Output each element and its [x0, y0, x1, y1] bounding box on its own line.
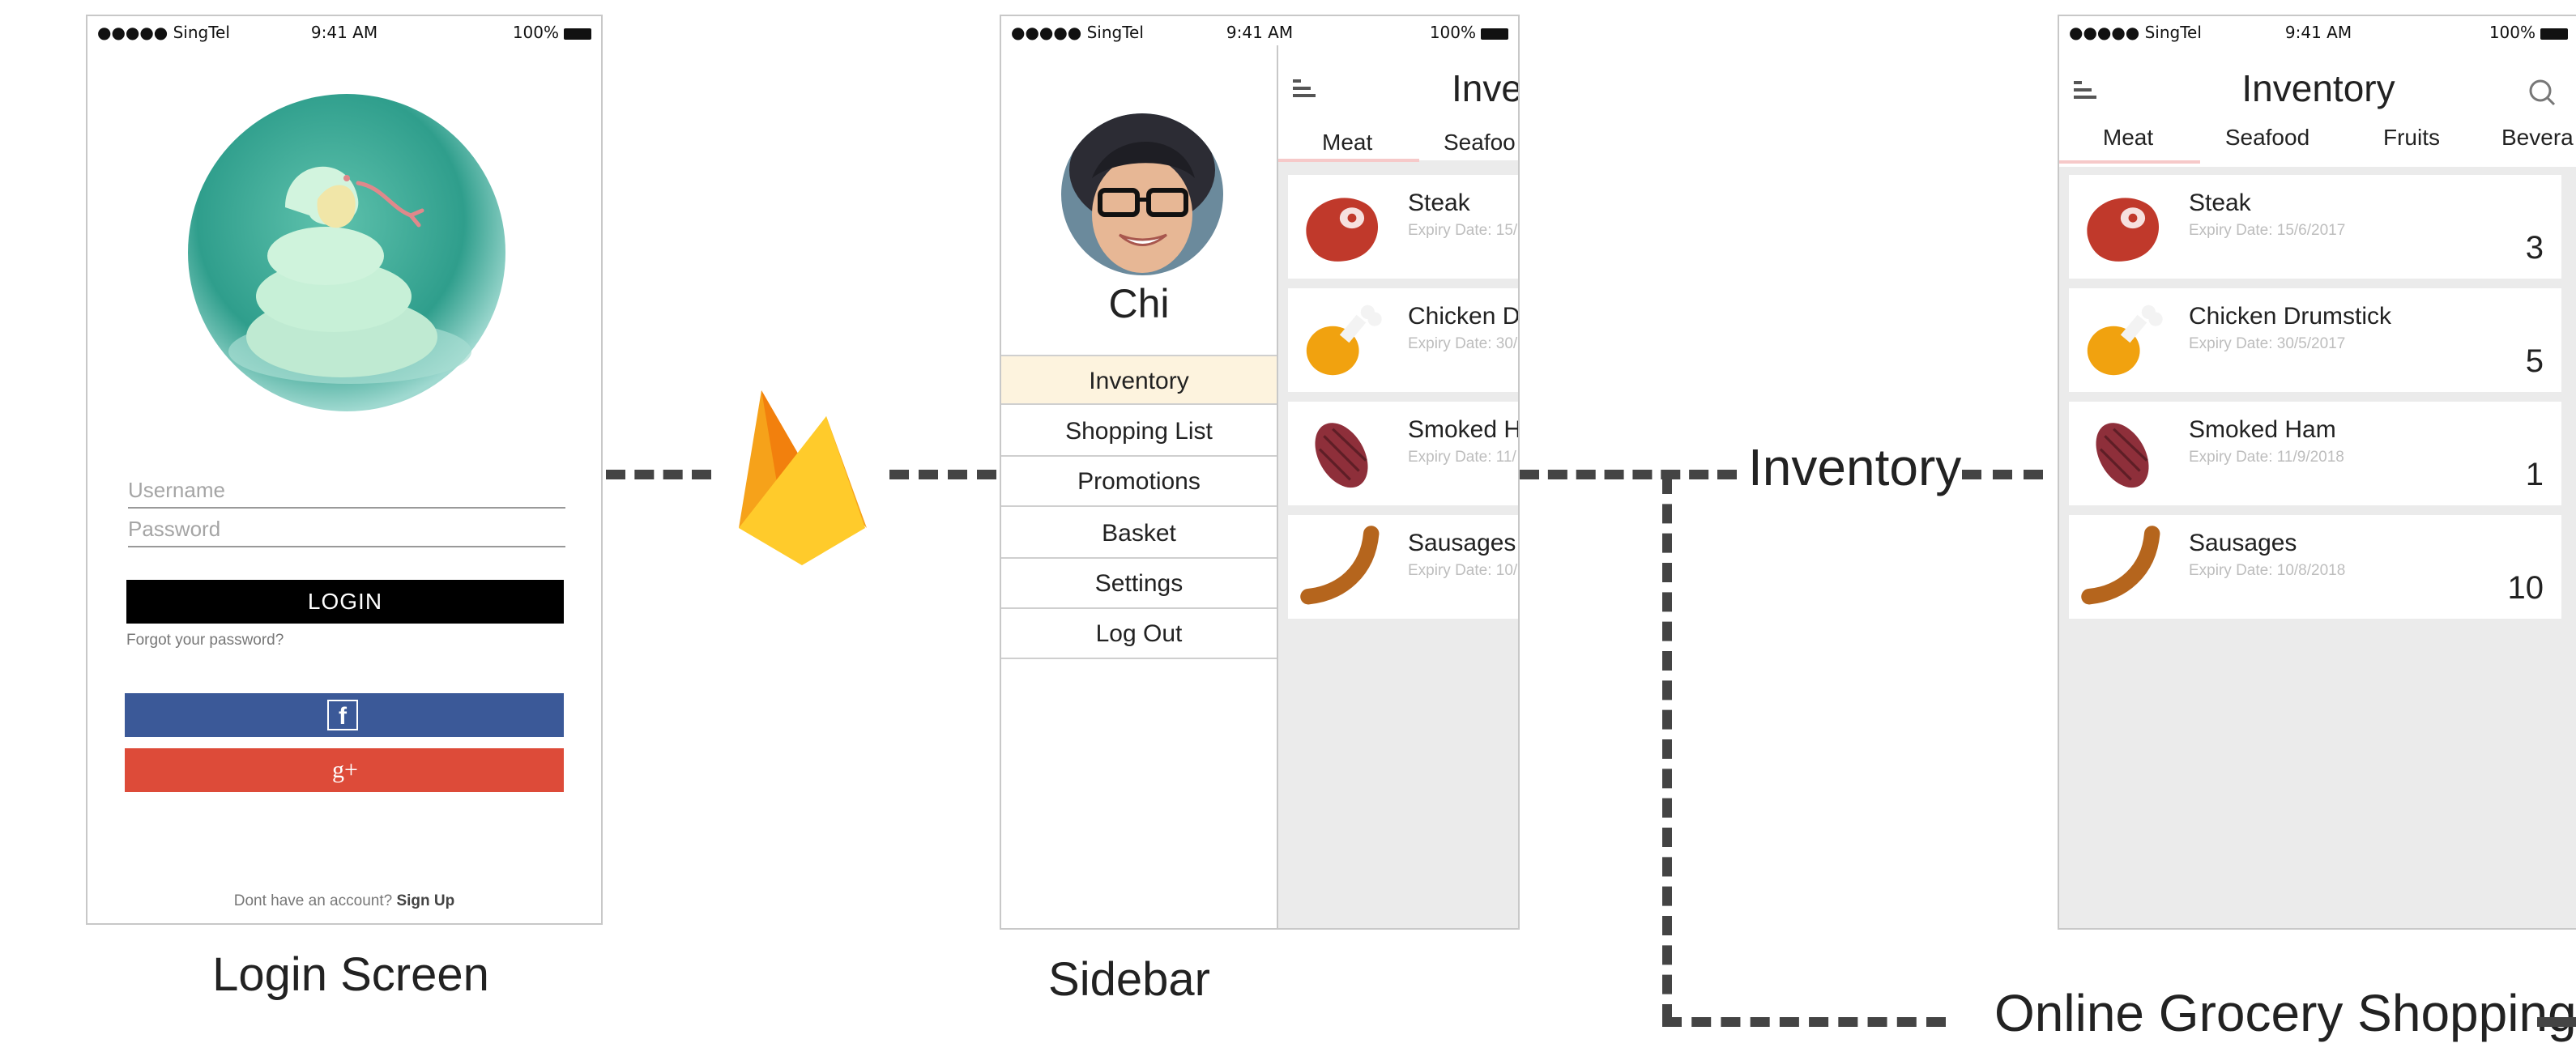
item-expiry: Expiry Date: 10/8/2018 [2189, 562, 2346, 579]
item-quantity: 3 [2525, 230, 2544, 266]
battery-icon [2540, 28, 2568, 40]
item-expiry: Expiry Date: 11/9/2018 [2189, 449, 2344, 466]
battery-icon [564, 28, 591, 40]
ham-icon [2096, 423, 2149, 488]
peek-tab-underline [1278, 159, 1419, 162]
status-bar: ●●●●● SingTel 9:41 AM 100% [2059, 16, 2576, 45]
item-expiry: Expiry Date: 11/ [1408, 449, 1516, 466]
item-expiry: Expiry Date: 30/5/2017 [2189, 335, 2346, 352]
username-input[interactable] [128, 475, 565, 505]
sidebar-item-promotions[interactable]: Promotions [1001, 457, 1277, 507]
sidebar-item-inventory[interactable]: Inventory [1001, 355, 1277, 405]
snake-logo-icon [188, 94, 505, 411]
sidebar-screen: ●●●●● SingTel 9:41 AM 100% Chi Inventory… [1000, 15, 1520, 930]
drumstick-icon [1306, 304, 1382, 376]
item-name: Sausages [1408, 530, 1516, 556]
connector-bottom [1662, 1017, 1946, 1027]
tab-underline [2059, 160, 2200, 164]
menu-icon[interactable] [1293, 79, 1316, 99]
facebook-icon: f [327, 700, 358, 730]
sidebar-item-log-out[interactable]: Log Out [1001, 609, 1277, 659]
item-quantity: 5 [2525, 343, 2544, 379]
password-field[interactable] [128, 513, 565, 547]
tab-meat[interactable]: Meat [2059, 125, 2197, 151]
login-screen: ●●●●● SingTel 9:41 AM 100% LOGIN Forgot … [86, 15, 603, 925]
connector-login-firebase [606, 470, 711, 479]
peek-tab-meat[interactable]: Meat [1322, 130, 1372, 155]
avatar [1061, 113, 1223, 275]
steak-icon [2087, 198, 2160, 262]
username-field[interactable] [128, 475, 565, 509]
connector-sidebar-inventory [1520, 470, 1737, 479]
item-name: Chicken Drumstick [2189, 303, 2392, 330]
sidebar-drawer: Chi Inventory Shopping List Promotions B… [1001, 45, 1278, 928]
page-title: Inventory [2241, 67, 2395, 109]
item-name: Steak [2189, 189, 2251, 216]
item-name: Sausages [2189, 530, 2297, 556]
battery-label: 100% [1430, 23, 1508, 42]
search-icon[interactable] [2527, 78, 2557, 107]
sidebar-caption: Sidebar [1048, 953, 1210, 1006]
forgot-password-link[interactable]: Forgot your password? [126, 632, 284, 649]
sidebar-item-shopping-list[interactable]: Shopping List [1001, 407, 1277, 457]
item-quantity: 1 [2525, 457, 2544, 492]
tab-beverages[interactable]: Bevera [2484, 125, 2576, 151]
drumstick-icon [2087, 304, 2163, 376]
inventory-screen: ●●●●● SingTel 9:41 AM 100% Inventory Mea… [2058, 15, 2576, 930]
steak-icon [1306, 198, 1379, 262]
tab-fruits[interactable]: Fruits [2343, 125, 2480, 151]
item-expiry: Expiry Date: 30/ [1408, 335, 1518, 352]
list-item[interactable]: Smoked Ha Expiry Date: 11/ [1288, 402, 1520, 505]
sausage-icon [2081, 526, 2160, 605]
category-tabs: Meat Seafood Fruits Bevera [2059, 115, 2576, 159]
list-item[interactable]: Sausages Expiry Date: 10/( [1288, 515, 1520, 619]
login-button-label: LOGIN [307, 589, 383, 614]
list-item[interactable]: Chicken Dru Expiry Date: 30/ [1288, 288, 1520, 392]
signup-prompt: Dont have an account? Sign Up [233, 892, 455, 909]
list-item[interactable]: Chicken Drumstick Expiry Date: 30/5/2017… [2069, 288, 2561, 392]
list-item[interactable]: Steak Expiry Date: 15/6/2017 3 [2069, 175, 2561, 279]
status-bar: ●●●●● SingTel 9:41 AM 100% [87, 16, 601, 45]
connector-vertical [1662, 475, 1672, 1024]
battery-label: 100% [2489, 23, 2568, 42]
user-name: Chi [1108, 281, 1170, 326]
connector-firebase-sidebar [889, 470, 996, 479]
sausage-icon [1300, 526, 1380, 605]
item-name: Smoked Ham [2189, 416, 2336, 443]
facebook-login-button[interactable]: f [125, 693, 564, 737]
list-item[interactable]: Sausages Expiry Date: 10/8/2018 10 [2069, 515, 2561, 619]
item-name: Steak [1408, 189, 1470, 216]
connector-bottom-tail [2537, 1017, 2576, 1027]
item-expiry: Expiry Date: 10/( [1408, 562, 1520, 579]
login-button[interactable]: LOGIN [126, 580, 564, 624]
password-input[interactable] [128, 513, 565, 544]
peek-title: Inve [1452, 67, 1520, 109]
google-plus-icon: g+ [332, 756, 358, 783]
list-item[interactable]: Smoked Ham Expiry Date: 11/9/2018 1 [2069, 402, 2561, 505]
status-bar: ●●●●● SingTel 9:41 AM 100% [1001, 16, 1518, 45]
connector-grocery-label: Online Grocery Shopping [1994, 984, 2576, 1042]
inventory-peek: Inve Meat Seafoo Steak Expiry Date: 15/(… [1278, 45, 1520, 928]
sidebar-item-basket[interactable]: Basket [1001, 509, 1277, 559]
google-login-button[interactable]: g+ [125, 748, 564, 792]
connector-inventory-label: Inventory [1748, 438, 1962, 496]
ham-icon [1315, 423, 1368, 488]
item-name: Smoked Ha [1408, 416, 1520, 443]
tab-seafood[interactable]: Seafood [2199, 125, 2336, 151]
peek-tab-seafood[interactable]: Seafoo [1444, 130, 1516, 155]
connector-inventory-arrow [1962, 470, 2043, 479]
login-caption: Login Screen [212, 948, 489, 1001]
battery-label: 100% [513, 23, 591, 42]
battery-icon [1481, 28, 1508, 40]
signup-link[interactable]: Sign Up [396, 892, 454, 909]
item-quantity: 10 [2507, 570, 2544, 606]
firebase-icon [739, 390, 867, 565]
item-expiry: Expiry Date: 15/( [1408, 222, 1520, 239]
list-item[interactable]: Steak Expiry Date: 15/( [1288, 175, 1520, 279]
sidebar-item-settings[interactable]: Settings [1001, 559, 1277, 609]
item-name: Chicken Dru [1408, 303, 1520, 330]
item-expiry: Expiry Date: 15/6/2017 [2189, 222, 2346, 239]
